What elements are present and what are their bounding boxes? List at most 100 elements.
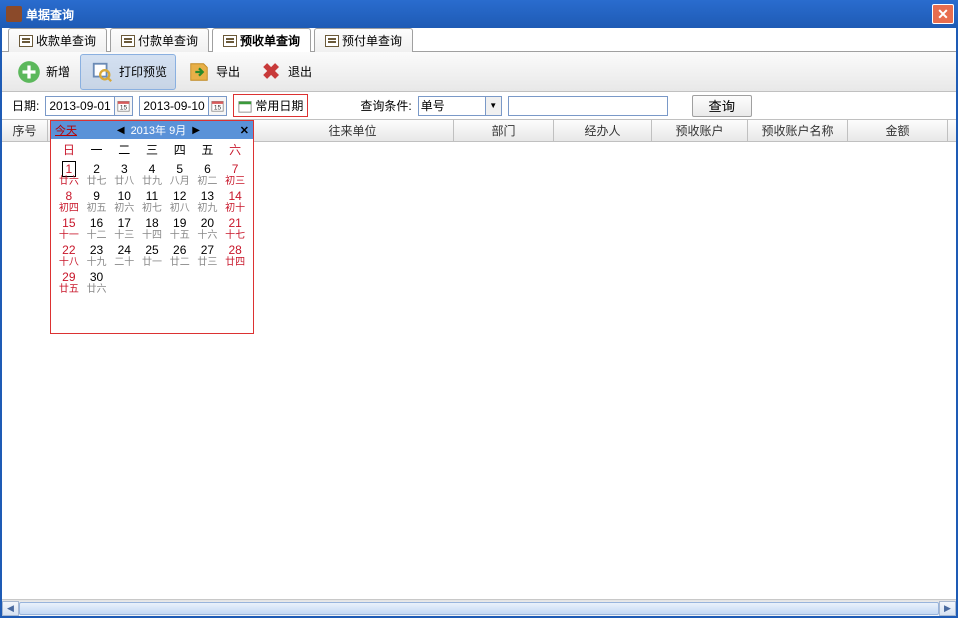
calendar-icon	[238, 99, 252, 113]
document-icon	[325, 35, 339, 47]
day-cell[interactable]: 21十七	[221, 216, 249, 241]
day-cell[interactable]: 16十二	[83, 216, 111, 241]
day-cell[interactable]: 29廿五	[55, 270, 83, 295]
dow-label: 日	[55, 141, 83, 158]
common-date-label: 常用日期	[255, 97, 303, 114]
column-header[interactable]: 金额	[848, 120, 948, 141]
day-cell[interactable]: 9初五	[83, 189, 111, 214]
query-button[interactable]: 查询	[692, 95, 752, 117]
dow-label: 四	[166, 141, 194, 158]
dow-label: 三	[138, 141, 166, 158]
calendar-header: 今天 ◀ 2013年 9月 ▶ ✕	[51, 121, 253, 139]
day-cell[interactable]: 24二十	[110, 243, 138, 268]
toolbar: 新增 打印预览 导出 ✖ 退出	[2, 52, 956, 92]
column-header[interactable]: 序号	[2, 120, 48, 141]
horizontal-scrollbar[interactable]: ◀ ▶	[2, 599, 956, 616]
tab-label: 收款单查询	[36, 32, 96, 49]
svg-text:15: 15	[214, 105, 222, 112]
title-bar: 单据查询 ✕	[0, 0, 958, 28]
close-button[interactable]: ✕	[932, 4, 954, 24]
day-cell[interactable]: 23十九	[83, 243, 111, 268]
exit-button[interactable]: ✖ 退出	[250, 55, 320, 89]
tab-payment-query[interactable]: 付款单查询	[110, 28, 209, 52]
calendar-days-grid: 1廿六2廿七3廿八4廿九5八月6初二7初三8初四9初五10初六11初七12初八1…	[51, 160, 253, 303]
magnifier-icon	[89, 59, 115, 85]
day-cell[interactable]: 1廿六	[55, 162, 83, 187]
next-month-icon[interactable]: ▶	[192, 125, 200, 136]
day-cell[interactable]: 14初十	[221, 189, 249, 214]
day-cell[interactable]: 20十六	[194, 216, 222, 241]
day-cell[interactable]: 10初六	[110, 189, 138, 214]
day-cell[interactable]: 2廿七	[83, 162, 111, 187]
document-icon	[223, 35, 237, 47]
tab-prepay-payment-query[interactable]: 预付单查询	[314, 28, 413, 52]
day-cell[interactable]: 4廿九	[138, 162, 166, 187]
common-date-button[interactable]: 常用日期	[233, 94, 308, 117]
scroll-track[interactable]	[19, 601, 939, 616]
prev-month-icon[interactable]: ◀	[117, 125, 125, 136]
print-label: 打印预览	[119, 63, 167, 80]
table-area: 序号 往来单位部门经办人预收账户预收账户名称金额 今天 ◀ 2013年 9月 ▶ …	[2, 120, 956, 599]
day-cell[interactable]: 7初三	[221, 162, 249, 187]
condition-select-group	[418, 96, 502, 116]
column-header[interactable]: 部门	[454, 120, 554, 141]
day-cell[interactable]: 17十三	[110, 216, 138, 241]
export-label: 导出	[216, 63, 240, 80]
day-cell[interactable]: 25廿一	[138, 243, 166, 268]
tab-label: 预收单查询	[240, 32, 300, 49]
dow-label: 五	[194, 141, 222, 158]
print-preview-button[interactable]: 打印预览	[80, 54, 176, 90]
scroll-thumb[interactable]	[19, 602, 939, 615]
new-label: 新增	[46, 63, 70, 80]
today-link[interactable]: 今天	[55, 122, 77, 138]
tab-receipt-query[interactable]: 收款单查询	[8, 28, 107, 52]
day-cell[interactable]: 8初四	[55, 189, 83, 214]
column-header[interactable]: 预收账户名称	[748, 120, 848, 141]
condition-value-input[interactable]	[508, 96, 668, 116]
export-button[interactable]: 导出	[178, 55, 248, 89]
scroll-left-icon[interactable]: ◀	[2, 601, 19, 616]
calendar-close-icon[interactable]: ✕	[240, 124, 249, 137]
day-cell[interactable]: 12初八	[166, 189, 194, 214]
day-cell[interactable]: 3廿八	[110, 162, 138, 187]
new-button[interactable]: 新增	[8, 55, 78, 89]
column-header[interactable]: 预收账户	[652, 120, 748, 141]
day-cell[interactable]: 28廿四	[221, 243, 249, 268]
document-icon	[121, 35, 135, 47]
calendar-trigger-from[interactable]: 15	[115, 96, 133, 116]
day-cell[interactable]: 27廿三	[194, 243, 222, 268]
day-cell[interactable]: 6初二	[194, 162, 222, 187]
date-to-input[interactable]	[139, 96, 209, 116]
date-from-input[interactable]	[45, 96, 115, 116]
day-cell[interactable]: 11初七	[138, 189, 166, 214]
exit-icon: ✖	[258, 59, 284, 85]
day-cell[interactable]: 15十一	[55, 216, 83, 241]
dow-label: 六	[221, 141, 249, 158]
column-header[interactable]: 经办人	[554, 120, 652, 141]
column-header[interactable]: 往来单位	[252, 120, 454, 141]
scroll-right-icon[interactable]: ▶	[939, 601, 956, 616]
day-cell[interactable]: 22十八	[55, 243, 83, 268]
date-label: 日期:	[12, 97, 39, 114]
condition-label: 查询条件:	[360, 97, 411, 114]
window-body: 收款单查询 付款单查询 预收单查询 预付单查询 新增 打印预览	[0, 28, 958, 618]
filter-row: 日期: 15 15 常用日期 查询条件: 查询	[2, 92, 956, 120]
date-to-group: 15	[139, 96, 227, 116]
tab-prepay-receipt-query[interactable]: 预收单查询	[212, 28, 311, 52]
calendar-dow-row: 日一二三四五六	[51, 139, 253, 160]
tab-label: 付款单查询	[138, 32, 198, 49]
day-cell[interactable]: 19十五	[166, 216, 194, 241]
day-cell[interactable]: 18十四	[138, 216, 166, 241]
calendar-trigger-to[interactable]: 15	[209, 96, 227, 116]
app-icon	[6, 6, 22, 22]
day-cell[interactable]: 5八月	[166, 162, 194, 187]
condition-select[interactable]	[418, 96, 486, 116]
document-icon	[19, 35, 33, 47]
condition-dropdown-icon[interactable]	[486, 96, 502, 116]
dow-label: 一	[83, 141, 111, 158]
day-cell[interactable]: 13初九	[194, 189, 222, 214]
window-title: 单据查询	[26, 6, 74, 23]
day-cell[interactable]: 30廿六	[83, 270, 111, 295]
day-cell[interactable]: 26廿二	[166, 243, 194, 268]
export-icon	[186, 59, 212, 85]
